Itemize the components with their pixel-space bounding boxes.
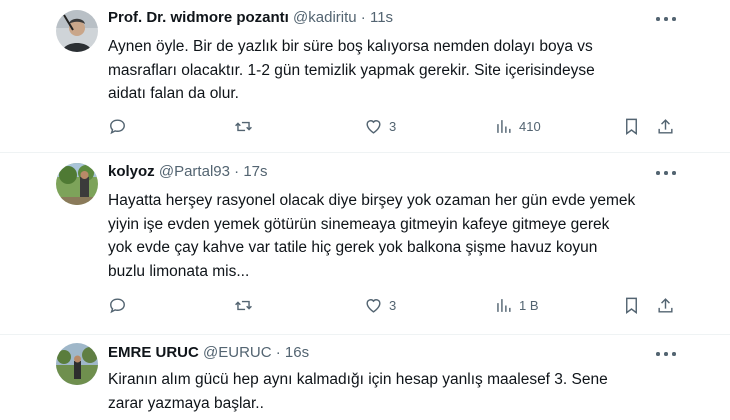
views-button[interactable]: 1 B — [494, 294, 539, 316]
avatar[interactable] — [56, 163, 98, 205]
bookmark-icon — [626, 297, 637, 314]
share-icon — [658, 118, 673, 134]
timestamp[interactable]: 17s — [243, 163, 267, 180]
reply-button[interactable] — [108, 294, 127, 316]
share-button[interactable] — [656, 294, 675, 316]
share-button[interactable] — [656, 115, 675, 137]
tweet-header: EMRE URUC @EURUC · 16s — [108, 344, 309, 361]
retweet-button[interactable] — [234, 294, 253, 316]
tweet-header: kolyoz @Partal93 · 17s — [108, 163, 268, 180]
tweet-actions: 3 1 B — [108, 294, 688, 316]
tweet-text: Hayatta herşey rasyonel olacak diye birş… — [108, 192, 636, 280]
retweet-button[interactable] — [234, 115, 253, 137]
tweet-text: Aynen öyle. Bir de yazlık bir süre boş k… — [108, 38, 595, 102]
separator-dot: · — [360, 9, 366, 26]
author-handle[interactable]: @EURUC — [203, 344, 272, 361]
views-button[interactable]: 410 — [494, 115, 541, 137]
like-icon — [366, 119, 381, 134]
like-count: 3 — [389, 118, 397, 134]
reply-button[interactable] — [108, 115, 127, 137]
tweet-actions: 3 410 — [108, 115, 688, 137]
author-name[interactable]: kolyoz — [108, 163, 155, 180]
share-icon — [658, 297, 673, 313]
author-name[interactable]: EMRE URUC — [108, 344, 199, 361]
view-count: 1 B — [519, 297, 539, 313]
avatar[interactable] — [56, 10, 98, 52]
like-icon — [366, 298, 381, 313]
tweet[interactable]: kolyoz @Partal93 · 17s Hayatta herşey ra… — [0, 153, 730, 338]
more-options-icon[interactable] — [655, 166, 677, 180]
like-count: 3 — [389, 297, 397, 313]
retweet-icon — [235, 300, 252, 310]
tweet-text: Kiranın alım gücü hep aynı kalmadığı içi… — [108, 371, 608, 412]
reply-icon — [110, 118, 125, 134]
timestamp[interactable]: 16s — [285, 344, 309, 361]
timestamp[interactable]: 11s — [370, 9, 393, 26]
retweet-icon — [235, 121, 252, 131]
bookmark-button[interactable] — [622, 294, 641, 316]
author-name[interactable]: Prof. Dr. widmore pozantı — [108, 9, 289, 26]
separator-dot: · — [275, 344, 281, 361]
bookmark-button[interactable] — [622, 115, 641, 137]
like-button[interactable]: 3 — [364, 115, 396, 137]
view-count: 410 — [519, 118, 541, 134]
author-handle[interactable]: @kadiritu — [293, 9, 357, 26]
views-icon — [497, 298, 511, 312]
views-icon — [497, 119, 511, 133]
bookmark-icon — [626, 118, 637, 135]
avatar[interactable] — [56, 343, 98, 385]
reply-icon — [110, 297, 125, 313]
separator-dot: · — [234, 163, 240, 180]
tweet[interactable]: Prof. Dr. widmore pozantı @kadiritu · 11… — [0, 0, 730, 150]
author-handle[interactable]: @Partal93 — [159, 163, 230, 180]
more-options-icon[interactable] — [655, 12, 677, 26]
tweet[interactable]: EMRE URUC @EURUC · 16s Kiranın alım gücü… — [0, 335, 730, 420]
tweet-header: Prof. Dr. widmore pozantı @kadiritu · 11… — [108, 9, 393, 26]
like-button[interactable]: 3 — [364, 294, 396, 316]
more-options-icon[interactable] — [655, 347, 677, 361]
